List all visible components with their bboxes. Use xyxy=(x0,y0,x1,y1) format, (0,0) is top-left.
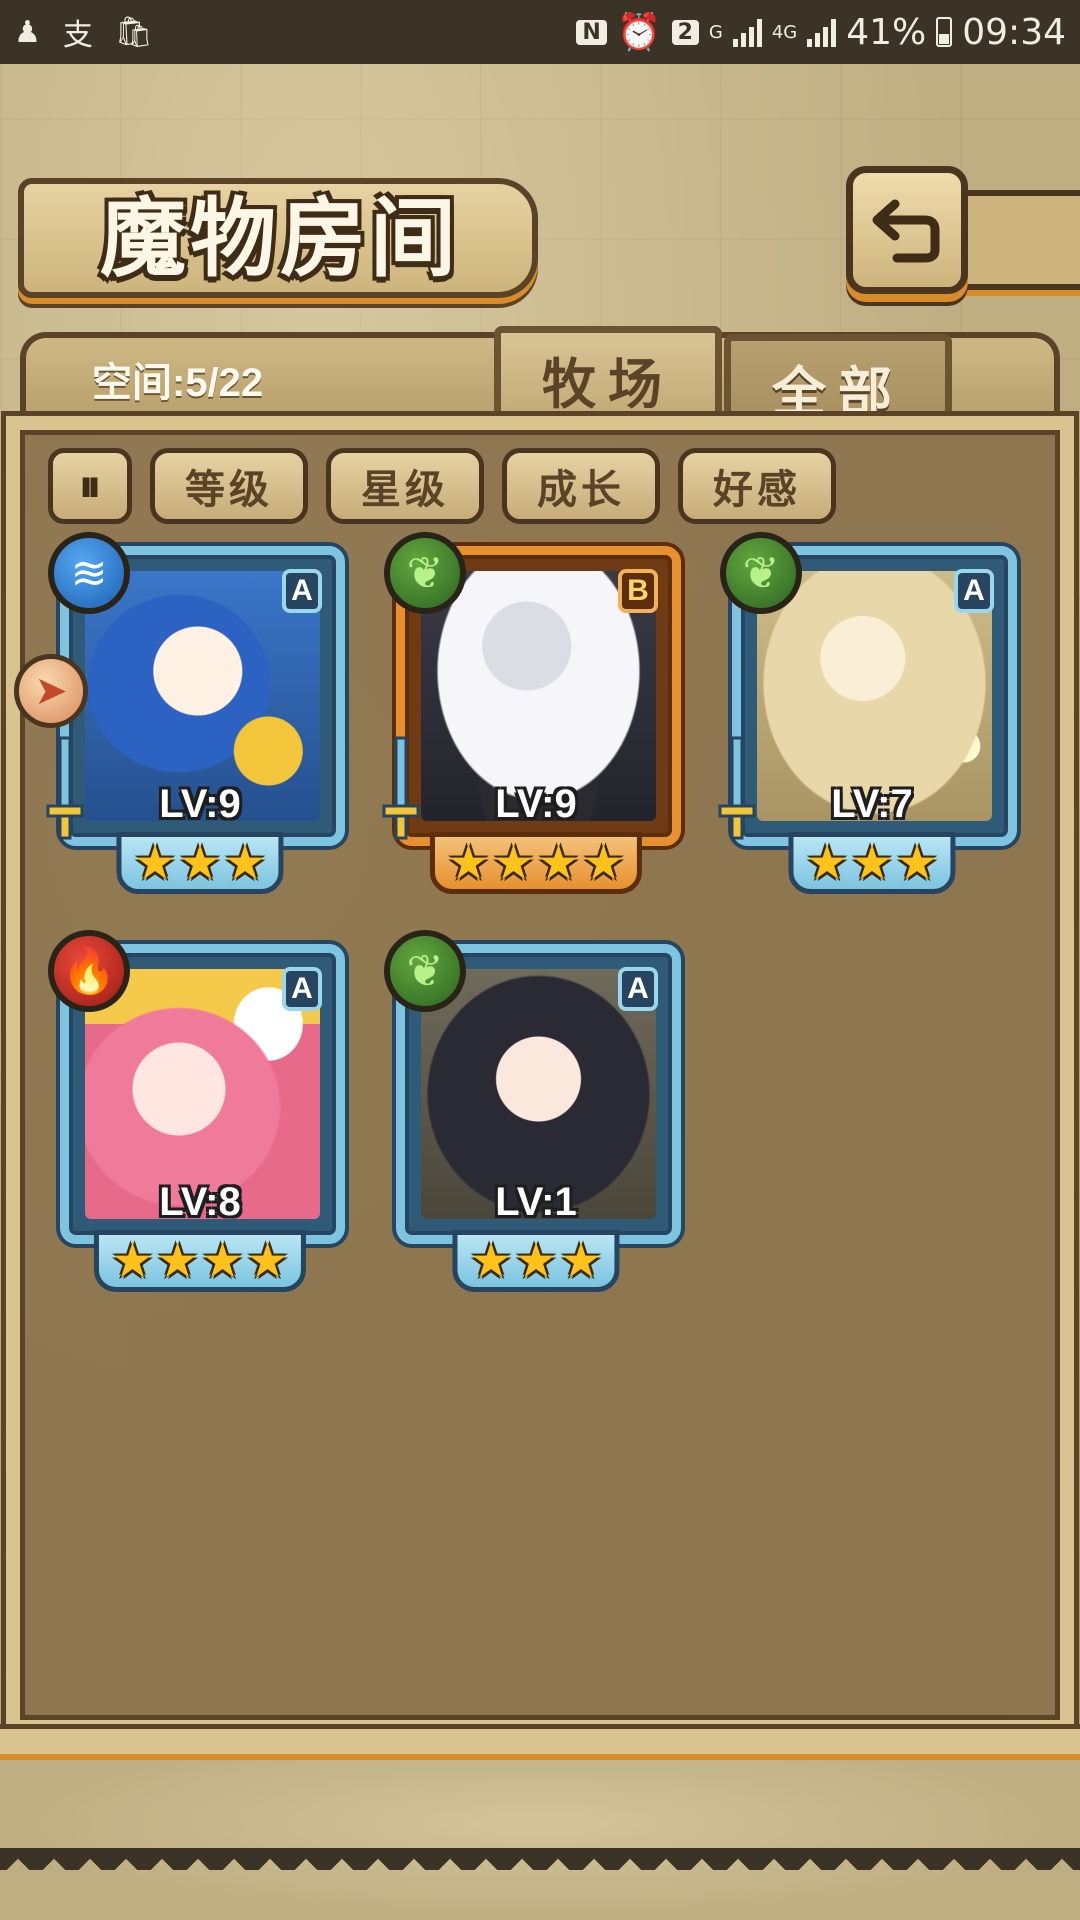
back-button[interactable] xyxy=(846,166,968,294)
alarm-icon: ⏰ xyxy=(616,12,662,53)
status-right: N ⏰ 2 G 4G 41% 09:34 xyxy=(576,11,1066,53)
status-bar: ♟ 支 🛍 N ⏰ 2 G 4G 41% 09:34 xyxy=(0,0,1080,64)
star-icon: ★ xyxy=(559,1233,603,1289)
alipay-icon: 支 xyxy=(62,18,93,53)
star-icon: ★ xyxy=(514,1233,558,1289)
sword-icon xyxy=(382,736,420,840)
filter-star-button[interactable]: 星级 xyxy=(326,448,484,524)
monster-level: LV:1 xyxy=(495,1180,577,1224)
bottom-map-strip xyxy=(0,1760,1080,1920)
monster-level: LV:9 xyxy=(495,782,577,826)
monster-card[interactable]: A ❦ LV:7 ★ ★ ★ xyxy=(718,532,1022,896)
filter-growth-button[interactable]: 成长 xyxy=(502,448,660,524)
monster-level: LV:9 xyxy=(159,782,241,826)
star-icon: ★ xyxy=(223,835,267,891)
fire-element-icon: 🔥 xyxy=(48,930,130,1012)
nfc-icon: N xyxy=(576,19,607,45)
page-title: 魔物房间 xyxy=(100,188,460,289)
sword-icon xyxy=(718,736,756,840)
star-rating: ★ ★ ★ xyxy=(788,832,956,894)
clock: 09:34 xyxy=(962,11,1066,53)
star-icon: ★ xyxy=(178,835,222,891)
monster-card[interactable]: A ≋ LV:9 ★ ★ ★ xyxy=(46,532,350,896)
star-rating: ★ ★ ★ xyxy=(116,832,284,894)
star-icon: ★ xyxy=(469,1233,513,1289)
star-rating: ★ ★ ★ ★ xyxy=(93,1230,307,1292)
person-icon: ♟ xyxy=(14,14,41,50)
monster-level: LV:8 xyxy=(159,1180,241,1224)
wood-element-icon: ❦ xyxy=(384,930,466,1012)
network-small: G xyxy=(708,21,723,43)
tab-ranch[interactable]: 牧场 xyxy=(494,326,722,426)
star-icon: ★ xyxy=(805,835,849,891)
star-icon: ★ xyxy=(155,1233,199,1289)
star-icon: ★ xyxy=(446,835,490,891)
star-icon: ★ xyxy=(850,835,894,891)
star-icon: ★ xyxy=(895,835,939,891)
star-icon: ★ xyxy=(537,835,581,891)
sword-icon xyxy=(46,736,84,840)
monster-card[interactable]: A 🔥 LV:8 ★ ★ ★ ★ xyxy=(48,930,350,1294)
filter-affection-button[interactable]: 好感 xyxy=(678,448,836,524)
star-icon: ★ xyxy=(582,835,626,891)
star-icon: ★ xyxy=(110,1233,154,1289)
water-element-icon: ≋ xyxy=(48,532,130,614)
network-type: 4G xyxy=(771,21,798,43)
rank-badge: A xyxy=(618,967,658,1011)
monster-level: LV:7 xyxy=(831,782,913,826)
battery-icon xyxy=(936,17,953,47)
space-counter: 空间:5/22 xyxy=(92,361,264,405)
rank-badge: A xyxy=(282,569,322,613)
star-icon: ★ xyxy=(246,1233,290,1289)
notification-count: 2 xyxy=(671,19,699,45)
torn-edge-bottom xyxy=(0,1848,1080,1870)
panel-bottom-edge xyxy=(0,1724,1080,1760)
rank-badge: B xyxy=(618,569,658,613)
star-icon: ★ xyxy=(133,835,177,891)
shopping-bag-icon: 🛍 xyxy=(114,14,153,50)
rank-badge: A xyxy=(954,569,994,613)
monster-card[interactable]: A ❦ LV:1 ★ ★ ★ xyxy=(384,930,686,1294)
side-arrow-button[interactable]: ➤ xyxy=(14,654,88,728)
filter-toggle-button[interactable]: ⏸ xyxy=(48,448,132,524)
status-left-icons: ♟ 支 🛍 xyxy=(14,10,153,54)
wood-element-icon: ❦ xyxy=(384,532,466,614)
star-icon: ★ xyxy=(491,835,535,891)
rank-badge: A xyxy=(282,967,322,1011)
monster-card[interactable]: B ❦ LV:9 ★ ★ ★ ★ xyxy=(382,532,686,896)
wood-element-icon: ❦ xyxy=(720,532,802,614)
battery-percent: 41% xyxy=(846,11,927,53)
star-rating: ★ ★ ★ ★ xyxy=(429,832,643,894)
return-arrow-icon xyxy=(872,199,940,263)
signal-icon xyxy=(732,17,762,47)
arrow-right-icon: ➤ xyxy=(34,668,68,714)
filter-level-button[interactable]: 等级 xyxy=(150,448,308,524)
star-rating: ★ ★ ★ xyxy=(452,1230,620,1292)
signal-icon-2 xyxy=(807,17,837,47)
back-button-strip xyxy=(960,190,1080,290)
star-icon: ★ xyxy=(201,1233,245,1289)
